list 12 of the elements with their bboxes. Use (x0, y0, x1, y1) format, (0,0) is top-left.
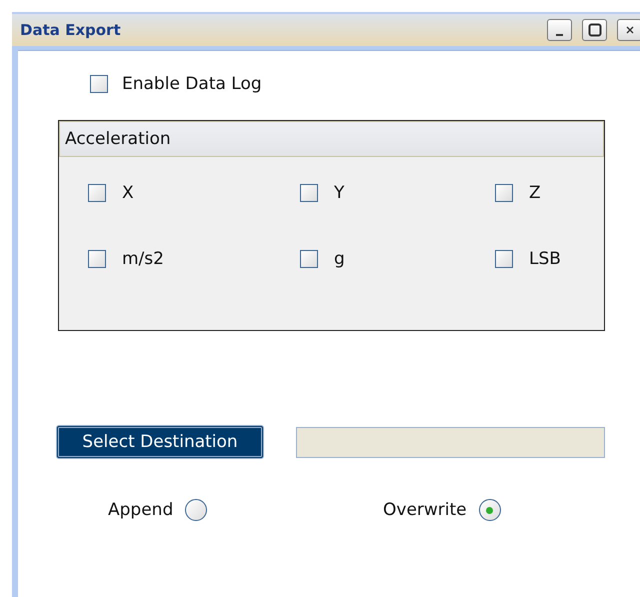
checkbox-label: Z (529, 183, 541, 203)
checkbox-label: Enable Data Log (122, 74, 262, 94)
checkbox-label: Y (334, 183, 344, 203)
select-destination-button[interactable]: Select Destination (56, 425, 264, 459)
checkbox-label: LSB (529, 249, 561, 269)
radio-label: Append (108, 500, 174, 520)
window-title: Data Export (20, 21, 121, 39)
radio-label: Overwrite (383, 500, 467, 520)
group-title: Acceleration (59, 121, 604, 157)
checkbox-label: m/s2 (122, 249, 164, 269)
checkbox-label: X (122, 183, 134, 203)
checkbox-label: g (334, 249, 345, 269)
